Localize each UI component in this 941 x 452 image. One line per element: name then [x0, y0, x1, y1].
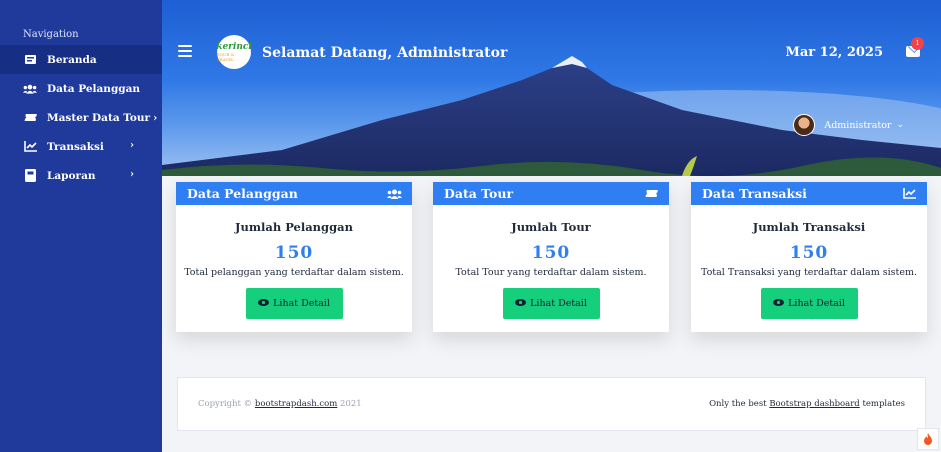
sidebar-item-beranda[interactable]: Beranda [0, 45, 162, 74]
view-detail-button[interactable]: Lihat Detail [245, 288, 343, 319]
copyright-year: 2021 [340, 399, 362, 409]
card-description: Total Transaksi yang terdaftar dalam sis… [700, 267, 917, 278]
chart-icon [901, 188, 917, 200]
card-header: Data Transaksi [691, 182, 927, 205]
brand-logo[interactable]: kerinci TOUR & TRAVEL [216, 35, 252, 69]
sidebar-item-label: Transaksi [47, 140, 104, 153]
sidebar-item-data-pelanggan[interactable]: Data Pelanggan [0, 74, 162, 103]
tagline-suffix: templates [862, 399, 905, 409]
mountain-background-image [162, 56, 941, 176]
card-value: 150 [789, 243, 829, 263]
copyright-link[interactable]: bootstrapdash.com [255, 399, 337, 409]
logo-text: kerinci [216, 41, 252, 52]
card-data-tour: Data Tour Jumlah Tour 150 Total Tour yan… [433, 182, 669, 332]
menu-toggle-button[interactable] [178, 45, 192, 60]
flame-icon[interactable] [917, 428, 939, 450]
current-date: Mar 12, 2025 [785, 45, 883, 60]
tagline-prefix: Only the best [709, 399, 767, 409]
card-description: Total pelanggan yang terdaftar dalam sis… [184, 267, 404, 278]
sidebar-item-label: Master Data Tour [47, 111, 151, 124]
nav-section-title: Navigation [23, 29, 79, 40]
sidebar-item-laporan[interactable]: Laporan › [0, 161, 162, 190]
button-label: Lihat Detail [273, 298, 330, 309]
chevron-right-icon: › [153, 111, 158, 124]
eye-icon [515, 298, 527, 309]
ticket-icon [23, 111, 37, 125]
card-header-title: Data Tour [444, 186, 514, 201]
footer: Copyright © bootstrapdash.com 2021 Only … [177, 377, 926, 431]
copyright-prefix: Copyright © [198, 399, 253, 409]
card-header-title: Data Transaksi [702, 186, 807, 201]
book-icon [23, 169, 37, 183]
bootstrap-dashboard-link[interactable]: Bootstrap dashboard [769, 399, 859, 409]
sidebar-item-label: Beranda [47, 53, 97, 66]
chevron-down-icon: ⌄ [896, 120, 904, 130]
user-name: Administrator [824, 119, 892, 131]
notification-badge: 1 [911, 37, 924, 50]
card-description: Total Tour yang terdaftar dalam sistem. [455, 267, 647, 278]
home-icon [23, 53, 37, 67]
header-banner: kerinci TOUR & TRAVEL Selamat Datang, Ad… [162, 0, 941, 176]
sidebar: Navigation Beranda Data Pelanggan Master… [0, 0, 162, 452]
logo-subtext: TOUR & TRAVEL [217, 51, 235, 62]
eye-icon [773, 298, 785, 309]
button-label: Lihat Detail [788, 298, 845, 309]
card-value: 150 [274, 243, 314, 263]
sidebar-item-label: Data Pelanggan [47, 82, 141, 95]
sidebar-item-label: Laporan [47, 169, 96, 182]
user-dropdown[interactable]: Administrator ⌄ [793, 114, 904, 136]
card-data-transaksi: Data Transaksi Jumlah Transaksi 150 Tota… [691, 182, 927, 332]
footer-copyright: Copyright © bootstrapdash.com 2021 [198, 399, 362, 409]
sidebar-item-master-data-tour[interactable]: Master Data Tour › [0, 103, 162, 132]
card-title: Jumlah Transaksi [752, 220, 866, 234]
users-icon [386, 188, 402, 200]
button-label: Lihat Detail [530, 298, 587, 309]
card-value: 150 [531, 243, 571, 263]
card-header: Data Pelanggan [176, 182, 412, 205]
chart-icon [23, 140, 37, 154]
sidebar-item-transaksi[interactable]: Transaksi › [0, 132, 162, 161]
view-detail-button[interactable]: Lihat Detail [760, 288, 858, 319]
card-header: Data Tour [433, 182, 669, 205]
welcome-text: Selamat Datang, Administrator [262, 45, 508, 61]
chevron-right-icon: › [130, 169, 134, 180]
users-icon [23, 82, 37, 96]
footer-tagline: Only the best Bootstrap dashboard templa… [709, 399, 905, 409]
avatar [793, 114, 816, 136]
card-header-title: Data Pelanggan [187, 186, 298, 201]
card-title: Jumlah Tour [511, 220, 591, 234]
chevron-right-icon: › [130, 140, 134, 151]
card-data-pelanggan: Data Pelanggan Jumlah Pelanggan 150 Tota… [176, 182, 412, 332]
view-detail-button[interactable]: Lihat Detail [502, 288, 600, 319]
card-title: Jumlah Pelanggan [235, 220, 353, 234]
ticket-icon [643, 188, 659, 200]
eye-icon [258, 298, 270, 309]
